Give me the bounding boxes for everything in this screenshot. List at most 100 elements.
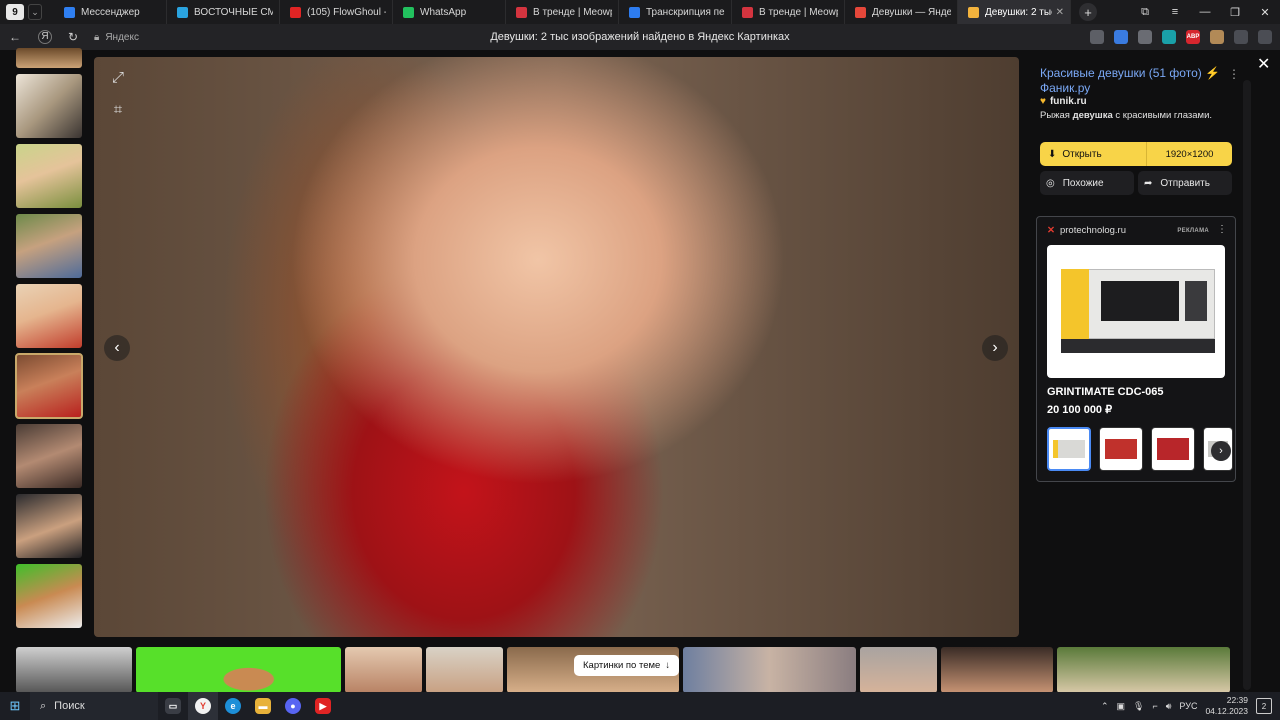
menu-icon[interactable]: ≡ <box>1160 6 1190 19</box>
machine-base <box>1061 339 1215 353</box>
restore-icon[interactable]: ❐ <box>1220 6 1250 19</box>
microphone-icon[interactable]: 🎙︎ <box>1133 701 1144 712</box>
tray-app-icon[interactable]: ▣ <box>1117 701 1126 712</box>
related-topics-button[interactable]: Картинки по теме ↓ <box>574 655 680 676</box>
machine-window <box>1101 281 1179 321</box>
crop-icon[interactable]: ⌗ <box>104 95 132 123</box>
taskbar-search[interactable]: ⌕ Поиск <box>30 692 158 720</box>
tab-title: В тренде | Meowpad <box>533 6 612 18</box>
speed-icon[interactable] <box>1138 30 1152 44</box>
meowpad-icon <box>742 6 753 18</box>
ad-thumbnail[interactable] <box>1151 427 1195 471</box>
tab-title: В тренде | Meowpad <box>759 6 838 18</box>
ad-domain[interactable]: protechnolog.ru <box>1060 225 1126 236</box>
back-icon[interactable]: ← <box>4 30 26 44</box>
ad-thumbnail[interactable] <box>1099 427 1143 471</box>
tabs-overview-icon[interactable]: ⧉ <box>1130 6 1160 19</box>
language-indicator[interactable]: РУС <box>1179 701 1197 711</box>
tray-expand-icon[interactable]: ⌃ <box>1101 701 1109 712</box>
related-image[interactable] <box>941 647 1053 693</box>
thumbnail[interactable] <box>16 48 82 68</box>
previous-image-button[interactable]: ‹ <box>104 335 130 361</box>
task-view-icon[interactable]: ▭ <box>158 692 188 720</box>
reload-icon[interactable]: ↻ <box>62 30 84 44</box>
thumbnail[interactable] <box>16 214 82 278</box>
thumbnail[interactable] <box>16 424 82 488</box>
bookmark-icon[interactable] <box>1090 30 1104 44</box>
ad-card[interactable]: ✕ protechnolog.ru РЕКЛАМА ⋮ GRINTIMATE C… <box>1036 216 1236 482</box>
ad-image[interactable] <box>1047 245 1225 378</box>
network-icon[interactable]: ⌐ <box>1152 701 1157 711</box>
browser-tab[interactable]: Транскрипция песни <box>619 0 732 24</box>
related-image[interactable] <box>860 647 937 693</box>
thumbnail[interactable] <box>16 74 82 138</box>
thumbnail[interactable] <box>16 144 82 208</box>
browser-tab[interactable]: ВОСТОЧНЫЕ СМА <box>167 0 280 24</box>
browser-tab[interactable]: Девушки — Яндекс <box>845 0 958 24</box>
close-window-icon[interactable]: ✕ <box>1250 6 1280 19</box>
machine-yellow-panel <box>1061 269 1089 339</box>
close-viewer-icon[interactable]: ✕ <box>1257 54 1270 74</box>
notifications-icon[interactable]: 2 <box>1256 698 1272 714</box>
tab-list-dropdown-icon[interactable]: ⌄ <box>28 4 42 20</box>
ad-label: РЕКЛАМА <box>1177 228 1209 234</box>
browser-tab[interactable]: Мессенджер <box>54 0 167 24</box>
camera-icon[interactable] <box>1162 30 1176 44</box>
share-icon[interactable] <box>1234 30 1248 44</box>
related-image[interactable] <box>136 647 341 693</box>
related-image[interactable] <box>426 647 503 693</box>
thumbnail[interactable] <box>16 564 82 628</box>
clock[interactable]: 22:39 04.12.2023 <box>1205 695 1248 717</box>
translate-icon[interactable] <box>1114 30 1128 44</box>
address-domain: Яндекс <box>105 31 139 43</box>
discord-icon[interactable]: ● <box>278 692 308 720</box>
heart-icon: ♥ <box>1040 96 1046 107</box>
owl-icon[interactable] <box>1210 30 1224 44</box>
related-image[interactable] <box>683 647 856 693</box>
windows-start-icon[interactable]: ⊞ <box>0 698 30 714</box>
image-viewer: ⤢ ⌗ ‹ › Красивые девушки (51 фото) ⚡ Фан… <box>0 48 1280 693</box>
ad-thumbnail[interactable] <box>1047 427 1091 471</box>
browser-tab[interactable]: В тренде | Meowpad <box>506 0 619 24</box>
close-tab-icon[interactable]: ✕ <box>1056 7 1064 18</box>
ad-price: 20 100 000 ₽ <box>1047 404 1113 416</box>
ad-next-button[interactable]: › <box>1211 441 1231 461</box>
source-domain[interactable]: funik.ru <box>1050 96 1087 107</box>
open-button[interactable]: ⬇ Открыть 1920×1200 <box>1040 142 1232 166</box>
address-field[interactable]: 🔒︎ Яндекс <box>94 32 139 43</box>
browser-tab[interactable]: WhatsApp <box>393 0 506 24</box>
similar-button[interactable]: ◎ Похожие <box>1040 171 1134 195</box>
yandex-browser-icon[interactable]: Y <box>188 692 218 720</box>
new-tab-button[interactable]: + <box>1079 3 1097 21</box>
related-image[interactable] <box>16 647 132 693</box>
browser-tab[interactable]: (105) FlowGhoul - You <box>280 0 393 24</box>
more-options-icon[interactable]: ⋮ <box>1228 67 1240 81</box>
browser-tab[interactable]: Девушки: 2 тыс и ✕ <box>958 0 1071 24</box>
tab-bar: 9 ⌄ Мессенджер ВОСТОЧНЫЕ СМА (105) FlowGho… <box>0 0 1280 24</box>
thumbnail[interactable] <box>16 494 82 558</box>
resolution-select[interactable]: 1920×1200 <box>1147 149 1232 160</box>
yandex-logo-icon[interactable]: Я <box>38 30 52 44</box>
thumbnail-selected[interactable] <box>15 353 83 419</box>
share-button[interactable]: ➦ Отправить <box>1138 171 1232 195</box>
next-image-button[interactable]: › <box>982 335 1008 361</box>
youtube-icon <box>290 6 301 18</box>
related-image[interactable] <box>345 647 422 693</box>
browser-tab[interactable]: В тренде | Meowpad <box>732 0 845 24</box>
tab-counter[interactable]: 9 <box>6 4 24 20</box>
minimize-icon[interactable]: — <box>1190 6 1220 19</box>
file-explorer-icon[interactable]: ▬ <box>248 692 278 720</box>
abp-icon[interactable]: ABP <box>1186 30 1200 44</box>
thumbnail[interactable] <box>16 284 82 348</box>
ad-product-name[interactable]: GRINTIMATE CDC-065 <box>1047 386 1164 398</box>
related-image[interactable] <box>1057 647 1230 693</box>
volume-icon[interactable]: 🔊︎ <box>1166 701 1172 712</box>
scrollbar[interactable] <box>1243 80 1251 690</box>
main-image[interactable]: ⤢ ⌗ ‹ › <box>94 57 1019 637</box>
edge-icon[interactable]: e <box>218 692 248 720</box>
image-source-title[interactable]: Красивые девушки (51 фото) ⚡ Фаник.ру <box>1040 66 1230 96</box>
youtube-app-icon[interactable]: ▶ <box>308 692 338 720</box>
ad-more-icon[interactable]: ⋮ <box>1217 224 1227 235</box>
download-icon[interactable] <box>1258 30 1272 44</box>
fullscreen-icon[interactable]: ⤢ <box>104 63 132 91</box>
